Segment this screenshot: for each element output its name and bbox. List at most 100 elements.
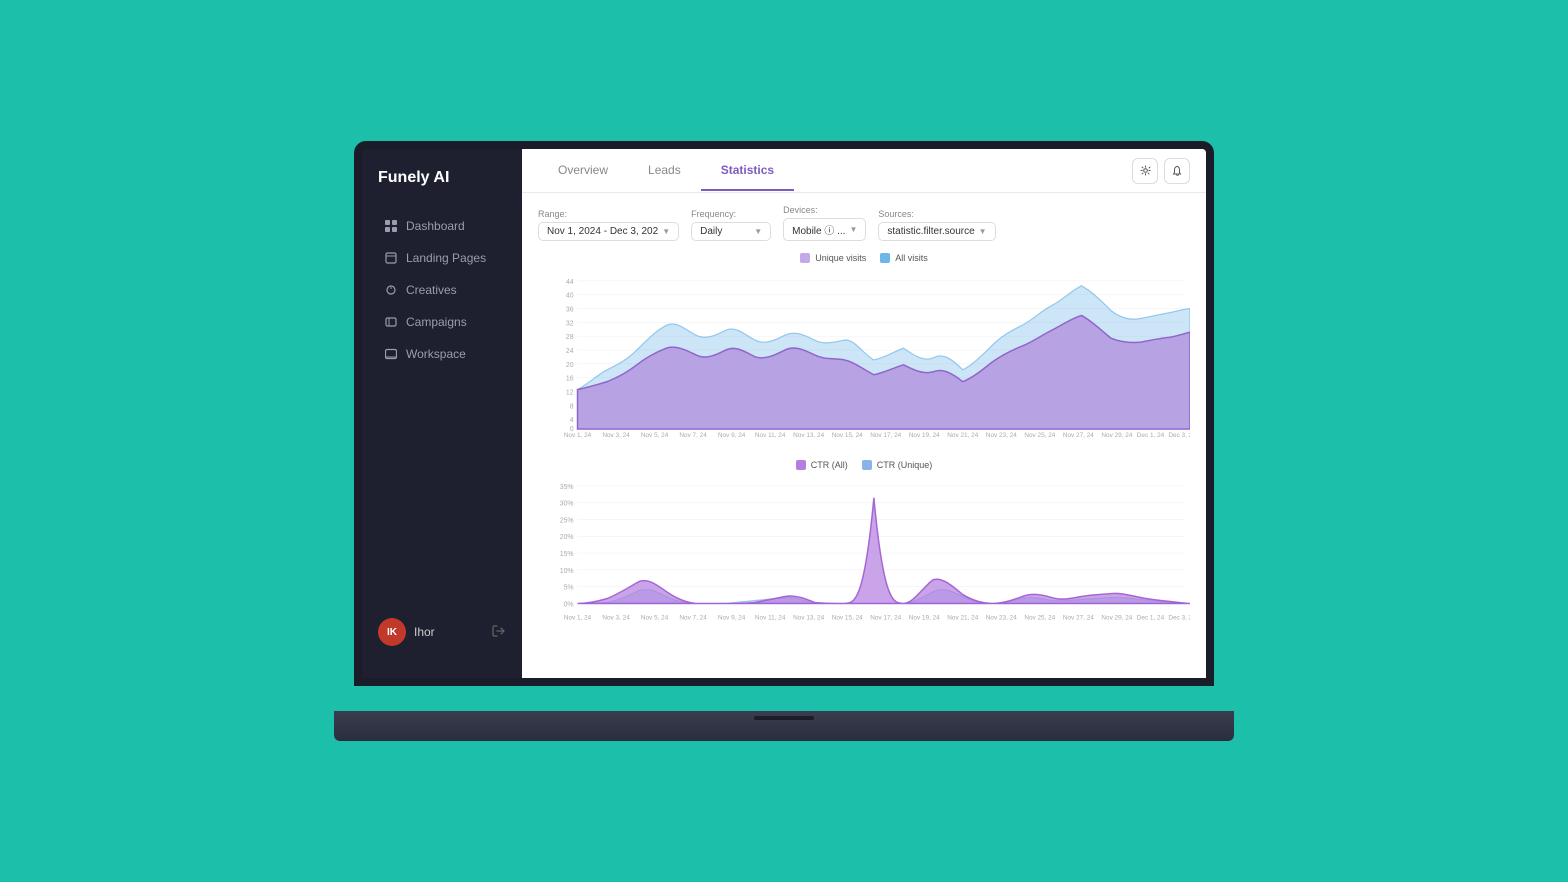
ctr-chart-container: CTR (All) CTR (Unique) xyxy=(538,460,1190,636)
campaigns-icon xyxy=(384,315,398,329)
landing-pages-icon xyxy=(384,251,398,265)
svg-text:Nov 1, 24: Nov 1, 24 xyxy=(564,614,592,621)
svg-text:4: 4 xyxy=(570,417,574,424)
svg-text:35%: 35% xyxy=(560,484,574,491)
svg-text:0%: 0% xyxy=(564,601,574,608)
svg-text:Nov 27, 24: Nov 27, 24 xyxy=(1063,432,1094,439)
avatar: IK xyxy=(378,618,406,646)
svg-text:20%: 20% xyxy=(560,534,574,541)
tab-overview[interactable]: Overview xyxy=(538,151,628,191)
svg-text:44: 44 xyxy=(566,279,574,286)
user-name: Ihor xyxy=(414,625,492,639)
svg-text:Nov 19, 24: Nov 19, 24 xyxy=(909,614,940,621)
ctr-chart-legend: CTR (All) CTR (Unique) xyxy=(538,460,1190,470)
svg-text:5%: 5% xyxy=(564,585,574,592)
sidebar-item-landing-pages[interactable]: Landing Pages xyxy=(368,243,516,273)
svg-text:Nov 5, 24: Nov 5, 24 xyxy=(641,614,669,621)
logout-icon[interactable] xyxy=(492,624,506,641)
svg-text:Dec 3, 24: Dec 3, 24 xyxy=(1168,432,1190,439)
svg-text:25%: 25% xyxy=(560,517,574,524)
svg-text:15%: 15% xyxy=(560,551,574,558)
unique-visits-label: Unique visits xyxy=(815,253,866,263)
svg-text:Dec 1, 24: Dec 1, 24 xyxy=(1137,432,1165,439)
sidebar-item-workspace[interactable]: Workspace xyxy=(368,339,516,369)
svg-text:Nov 3, 24: Nov 3, 24 xyxy=(602,614,630,621)
dashboard-icon xyxy=(384,219,398,233)
all-visits-legend: All visits xyxy=(880,253,928,263)
visits-chart-legend: Unique visits All visits xyxy=(538,253,1190,263)
ctr-all-label: CTR (All) xyxy=(811,460,848,470)
svg-text:Nov 15, 24: Nov 15, 24 xyxy=(832,614,863,621)
svg-text:Nov 5, 24: Nov 5, 24 xyxy=(641,432,669,439)
svg-text:Nov 23, 24: Nov 23, 24 xyxy=(986,614,1017,621)
svg-text:Nov 7, 24: Nov 7, 24 xyxy=(679,614,707,621)
devices-select[interactable]: Mobile ⓘ ... ▼ xyxy=(783,218,866,241)
settings-button[interactable] xyxy=(1132,158,1158,184)
ctr-unique-dot xyxy=(862,460,872,470)
visits-chart-svg: 44 40 36 32 28 24 20 16 12 8 4 0 xyxy=(538,271,1190,439)
unique-visits-dot xyxy=(800,253,810,263)
svg-text:Nov 29, 24: Nov 29, 24 xyxy=(1101,614,1132,621)
sidebar-item-label: Workspace xyxy=(406,347,466,361)
tabs: Overview Leads Statistics xyxy=(538,151,794,191)
svg-text:Nov 11, 24: Nov 11, 24 xyxy=(755,614,786,621)
svg-text:12: 12 xyxy=(566,389,574,396)
range-select[interactable]: Nov 1, 2024 - Dec 3, 202 ▼ xyxy=(538,222,679,241)
devices-label: Devices: xyxy=(783,205,866,215)
unique-visits-legend: Unique visits xyxy=(800,253,866,263)
chevron-icon: ▼ xyxy=(849,225,857,234)
sidebar-nav: Dashboard Landing Pages xyxy=(362,211,522,606)
frequency-select[interactable]: Daily ▼ xyxy=(691,222,771,241)
chevron-icon: ▼ xyxy=(979,227,987,236)
svg-text:20: 20 xyxy=(566,362,574,369)
svg-text:Nov 25, 24: Nov 25, 24 xyxy=(1024,432,1055,439)
filter-range: Range: Nov 1, 2024 - Dec 3, 202 ▼ xyxy=(538,209,679,241)
ctr-all-legend: CTR (All) xyxy=(796,460,848,470)
sidebar: Funely AI Dashboard xyxy=(362,149,522,678)
svg-text:40: 40 xyxy=(566,293,574,300)
svg-text:Nov 21, 24: Nov 21, 24 xyxy=(947,614,978,621)
svg-text:Nov 23, 24: Nov 23, 24 xyxy=(986,432,1017,439)
sidebar-item-label: Landing Pages xyxy=(406,251,486,265)
sources-select[interactable]: statistic.filter.source ▼ xyxy=(878,222,995,241)
sidebar-item-creatives[interactable]: Creatives xyxy=(368,275,516,305)
ctr-all-dot xyxy=(796,460,806,470)
svg-text:Nov 9, 24: Nov 9, 24 xyxy=(718,614,746,621)
sidebar-item-label: Campaigns xyxy=(406,315,467,329)
svg-text:Nov 13, 24: Nov 13, 24 xyxy=(793,432,824,439)
chevron-icon: ▼ xyxy=(754,227,762,236)
svg-text:Nov 21, 24: Nov 21, 24 xyxy=(947,432,978,439)
svg-text:Nov 13, 24: Nov 13, 24 xyxy=(793,614,824,621)
svg-text:32: 32 xyxy=(566,320,574,327)
svg-text:10%: 10% xyxy=(560,568,574,575)
svg-text:Nov 7, 24: Nov 7, 24 xyxy=(679,432,707,439)
svg-text:Nov 9, 24: Nov 9, 24 xyxy=(718,432,746,439)
svg-text:Dec 1, 24: Dec 1, 24 xyxy=(1137,614,1165,621)
svg-text:Nov 27, 24: Nov 27, 24 xyxy=(1063,614,1094,621)
ctr-unique-label: CTR (Unique) xyxy=(877,460,933,470)
svg-text:8: 8 xyxy=(570,403,574,410)
main-content: Overview Leads Statistics xyxy=(522,149,1206,678)
frequency-label: Frequency: xyxy=(691,209,771,219)
sidebar-item-label: Dashboard xyxy=(406,219,465,233)
creatives-icon xyxy=(384,283,398,297)
svg-text:Dec 3, 24: Dec 3, 24 xyxy=(1168,614,1190,621)
filters-row: Range: Nov 1, 2024 - Dec 3, 202 ▼ Freque… xyxy=(538,205,1190,241)
tab-statistics[interactable]: Statistics xyxy=(701,151,794,191)
notifications-button[interactable] xyxy=(1164,158,1190,184)
svg-text:30%: 30% xyxy=(560,501,574,508)
svg-text:36: 36 xyxy=(566,307,574,314)
svg-text:Nov 1, 24: Nov 1, 24 xyxy=(564,432,592,439)
tab-leads[interactable]: Leads xyxy=(628,151,701,191)
sidebar-item-campaigns[interactable]: Campaigns xyxy=(368,307,516,337)
svg-text:Nov 11, 24: Nov 11, 24 xyxy=(755,432,786,439)
sidebar-item-label: Creatives xyxy=(406,283,457,297)
visits-chart-container: Unique visits All visits xyxy=(538,253,1190,444)
workspace-icon xyxy=(384,347,398,361)
svg-text:Nov 25, 24: Nov 25, 24 xyxy=(1024,614,1055,621)
chevron-icon: ▼ xyxy=(662,227,670,236)
laptop-base xyxy=(334,711,1234,741)
sidebar-item-dashboard[interactable]: Dashboard xyxy=(368,211,516,241)
svg-text:Nov 29, 24: Nov 29, 24 xyxy=(1101,432,1132,439)
all-visits-label: All visits xyxy=(895,253,928,263)
